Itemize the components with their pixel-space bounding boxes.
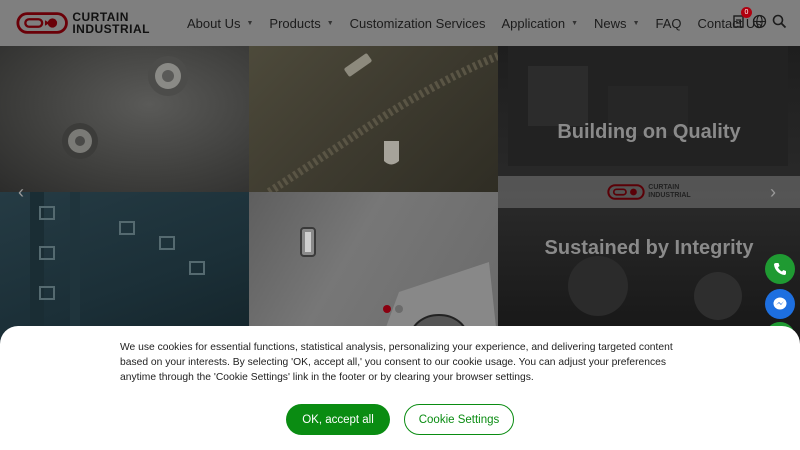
hero-logo-text-line2: INDUSTRIAL bbox=[648, 192, 691, 199]
caret-down-icon: ▼ bbox=[326, 19, 334, 27]
nav-item-label: FAQ bbox=[655, 15, 682, 31]
nav-item-products[interactable]: Products ▼ bbox=[269, 16, 333, 31]
search-glyph-icon bbox=[772, 14, 786, 28]
hero-image-hook-eye bbox=[0, 192, 249, 346]
logo-mark-icon bbox=[16, 12, 68, 34]
nav-item-label: Application bbox=[501, 15, 566, 31]
nav-item-label: News bbox=[594, 15, 627, 31]
header-tools: 0 bbox=[730, 7, 790, 30]
main-nav: About Us ▼ Products ▼ Customization Serv… bbox=[187, 0, 778, 46]
nav-item-label: About Us bbox=[187, 15, 241, 31]
caret-down-icon: ▼ bbox=[246, 19, 254, 27]
search-icon[interactable] bbox=[770, 12, 788, 30]
nav-item-label: Customization Services bbox=[349, 15, 486, 31]
zipper-illustration bbox=[266, 52, 498, 192]
nav-item-label: Products bbox=[269, 15, 321, 31]
phone-icon[interactable] bbox=[765, 254, 795, 284]
globe-icon[interactable] bbox=[750, 12, 768, 30]
nav-item-customization-services[interactable]: Customization Services bbox=[350, 16, 486, 31]
cookie-settings-button[interactable]: Cookie Settings bbox=[404, 404, 514, 435]
hero-image-buckles bbox=[249, 192, 498, 346]
accept-all-button[interactable]: OK, accept all bbox=[286, 404, 390, 435]
carousel-next-arrow-icon[interactable]: › bbox=[770, 182, 776, 203]
nav-item-application[interactable]: Application ▼ bbox=[502, 16, 579, 31]
carousel-dot[interactable] bbox=[395, 305, 403, 313]
carousel-dot-active[interactable] bbox=[383, 305, 391, 313]
hero-carousel: Building on Quality CURTAIN INDUSTRIAL S… bbox=[0, 46, 800, 346]
nav-item-about-us[interactable]: About Us ▼ bbox=[187, 16, 253, 31]
messenger-icon[interactable] bbox=[765, 289, 795, 319]
hero-logo-text-line1: CURTAIN bbox=[648, 184, 680, 191]
globe-glyph-icon bbox=[752, 14, 766, 28]
hero-logo-text: CURTAIN INDUSTRIAL bbox=[648, 184, 690, 200]
buckles-illustration bbox=[300, 227, 498, 346]
nav-item-faq[interactable]: FAQ bbox=[656, 16, 682, 31]
cookie-text: We use cookies for essential functions, … bbox=[120, 342, 673, 383]
hero-logo-mark-icon bbox=[607, 184, 645, 200]
brand-logo[interactable]: CURTAIN INDUSTRIAL bbox=[16, 7, 150, 39]
snap-buttons-illustration bbox=[62, 56, 188, 159]
hero-image-zipper bbox=[249, 46, 498, 192]
phone-glyph-icon bbox=[774, 263, 786, 275]
hero-tagline-1: Building on Quality bbox=[557, 121, 741, 143]
caret-down-icon: ▼ bbox=[571, 19, 579, 27]
site-header: CURTAIN INDUSTRIAL About Us ▼ Products ▼… bbox=[0, 0, 800, 46]
logo-text: CURTAIN INDUSTRIAL bbox=[72, 11, 150, 35]
caret-down-icon: ▼ bbox=[632, 19, 640, 27]
hero-logo-band: CURTAIN INDUSTRIAL bbox=[498, 176, 800, 208]
inquiry-icon[interactable]: 0 bbox=[730, 7, 752, 30]
cookie-banner: We use cookies for essential functions, … bbox=[0, 326, 800, 450]
hero-tagline-2: Sustained by Integrity bbox=[544, 237, 754, 259]
hero-image-snap-buttons bbox=[0, 46, 249, 192]
logo-text-line2: INDUSTRIAL bbox=[72, 22, 150, 36]
carousel-prev-arrow-icon[interactable]: ‹ bbox=[18, 182, 24, 203]
messenger-glyph-icon bbox=[773, 297, 787, 310]
hook-eye-illustration bbox=[30, 192, 205, 346]
nav-item-news[interactable]: News ▼ bbox=[594, 16, 639, 31]
